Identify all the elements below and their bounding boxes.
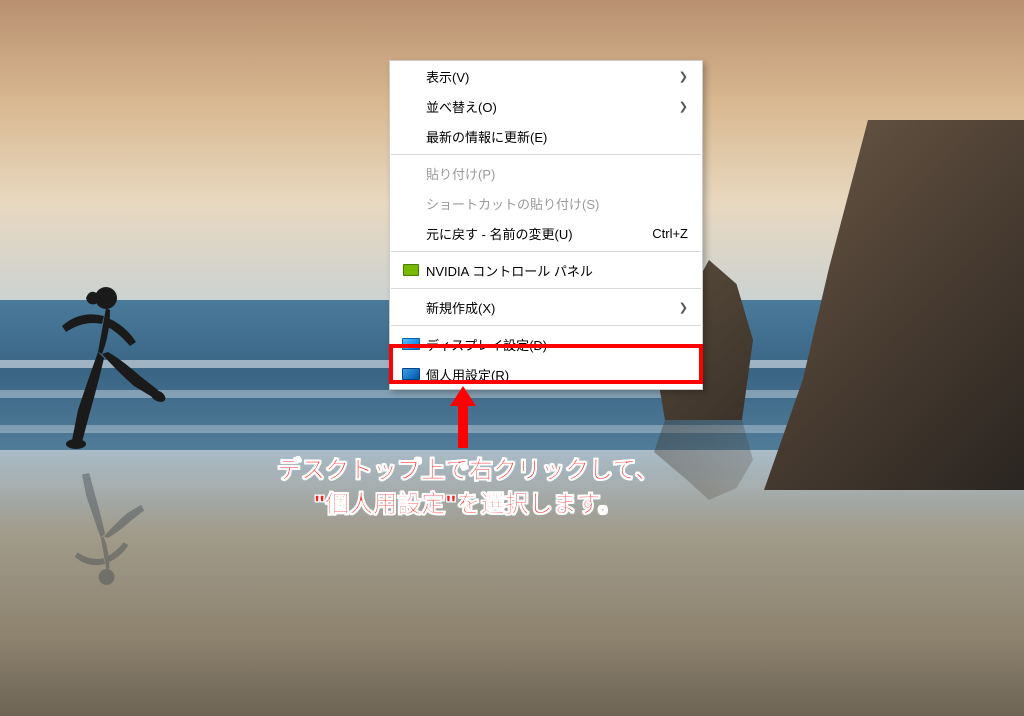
chevron-right-icon: ❯ <box>678 70 688 83</box>
menu-label: 最新の情報に更新(E) <box>426 127 688 146</box>
menu-separator <box>391 154 701 155</box>
menu-item-refresh[interactable]: 最新の情報に更新(E) <box>390 121 702 151</box>
chevron-right-icon: ❯ <box>678 301 688 314</box>
menu-separator <box>391 325 701 326</box>
menu-separator <box>391 288 701 289</box>
personalize-icon <box>400 365 422 383</box>
menu-item-new[interactable]: 新規作成(X) ❯ <box>390 292 702 322</box>
menu-item-paste-shortcut: ショートカットの貼り付け(S) <box>390 188 702 218</box>
menu-item-undo-rename[interactable]: 元に戻す - 名前の変更(U) Ctrl+Z <box>390 218 702 248</box>
menu-label: 新規作成(X) <box>426 298 678 317</box>
menu-item-nvidia[interactable]: NVIDIA コントロール パネル <box>390 255 702 285</box>
menu-label: 元に戻す - 名前の変更(U) <box>426 224 652 243</box>
menu-icon-slot <box>400 298 422 316</box>
wallpaper-runner-reflection <box>48 460 168 590</box>
menu-label: ショートカットの貼り付け(S) <box>426 194 688 213</box>
menu-icon-slot <box>400 127 422 145</box>
menu-label: 個人用設定(R) <box>426 365 688 384</box>
annotation-text: デスクトップ上で右クリックして、 "個人用設定"を選択します。 <box>198 454 738 521</box>
menu-separator <box>391 251 701 252</box>
chevron-right-icon: ❯ <box>678 100 688 113</box>
menu-label: 貼り付け(P) <box>426 164 688 183</box>
menu-item-display-settings[interactable]: ディスプレイ設定(D) <box>390 329 702 359</box>
wallpaper-runner <box>48 280 168 460</box>
annotation-line-1: デスクトップ上で右クリックして、 <box>198 454 738 488</box>
menu-label: NVIDIA コントロール パネル <box>426 261 688 280</box>
menu-item-paste: 貼り付け(P) <box>390 158 702 188</box>
menu-item-personalize[interactable]: 個人用設定(R) <box>390 359 702 389</box>
menu-label: 表示(V) <box>426 67 678 86</box>
menu-icon-slot <box>400 194 422 212</box>
menu-icon-slot <box>400 224 422 242</box>
menu-label: ディスプレイ設定(D) <box>426 335 688 354</box>
menu-item-sort[interactable]: 並べ替え(O) ❯ <box>390 91 702 121</box>
menu-label: 並べ替え(O) <box>426 97 678 116</box>
nvidia-icon <box>400 261 422 279</box>
annotation-arrow-icon <box>450 386 476 448</box>
menu-icon-slot <box>400 67 422 85</box>
desktop-context-menu: 表示(V) ❯ 並べ替え(O) ❯ 最新の情報に更新(E) 貼り付け(P) ショ… <box>389 60 703 390</box>
menu-item-view[interactable]: 表示(V) ❯ <box>390 61 702 91</box>
menu-shortcut: Ctrl+Z <box>652 226 688 241</box>
display-icon <box>400 335 422 353</box>
menu-icon-slot <box>400 97 422 115</box>
annotation-line-2: "個人用設定"を選択します。 <box>198 488 738 522</box>
menu-icon-slot <box>400 164 422 182</box>
